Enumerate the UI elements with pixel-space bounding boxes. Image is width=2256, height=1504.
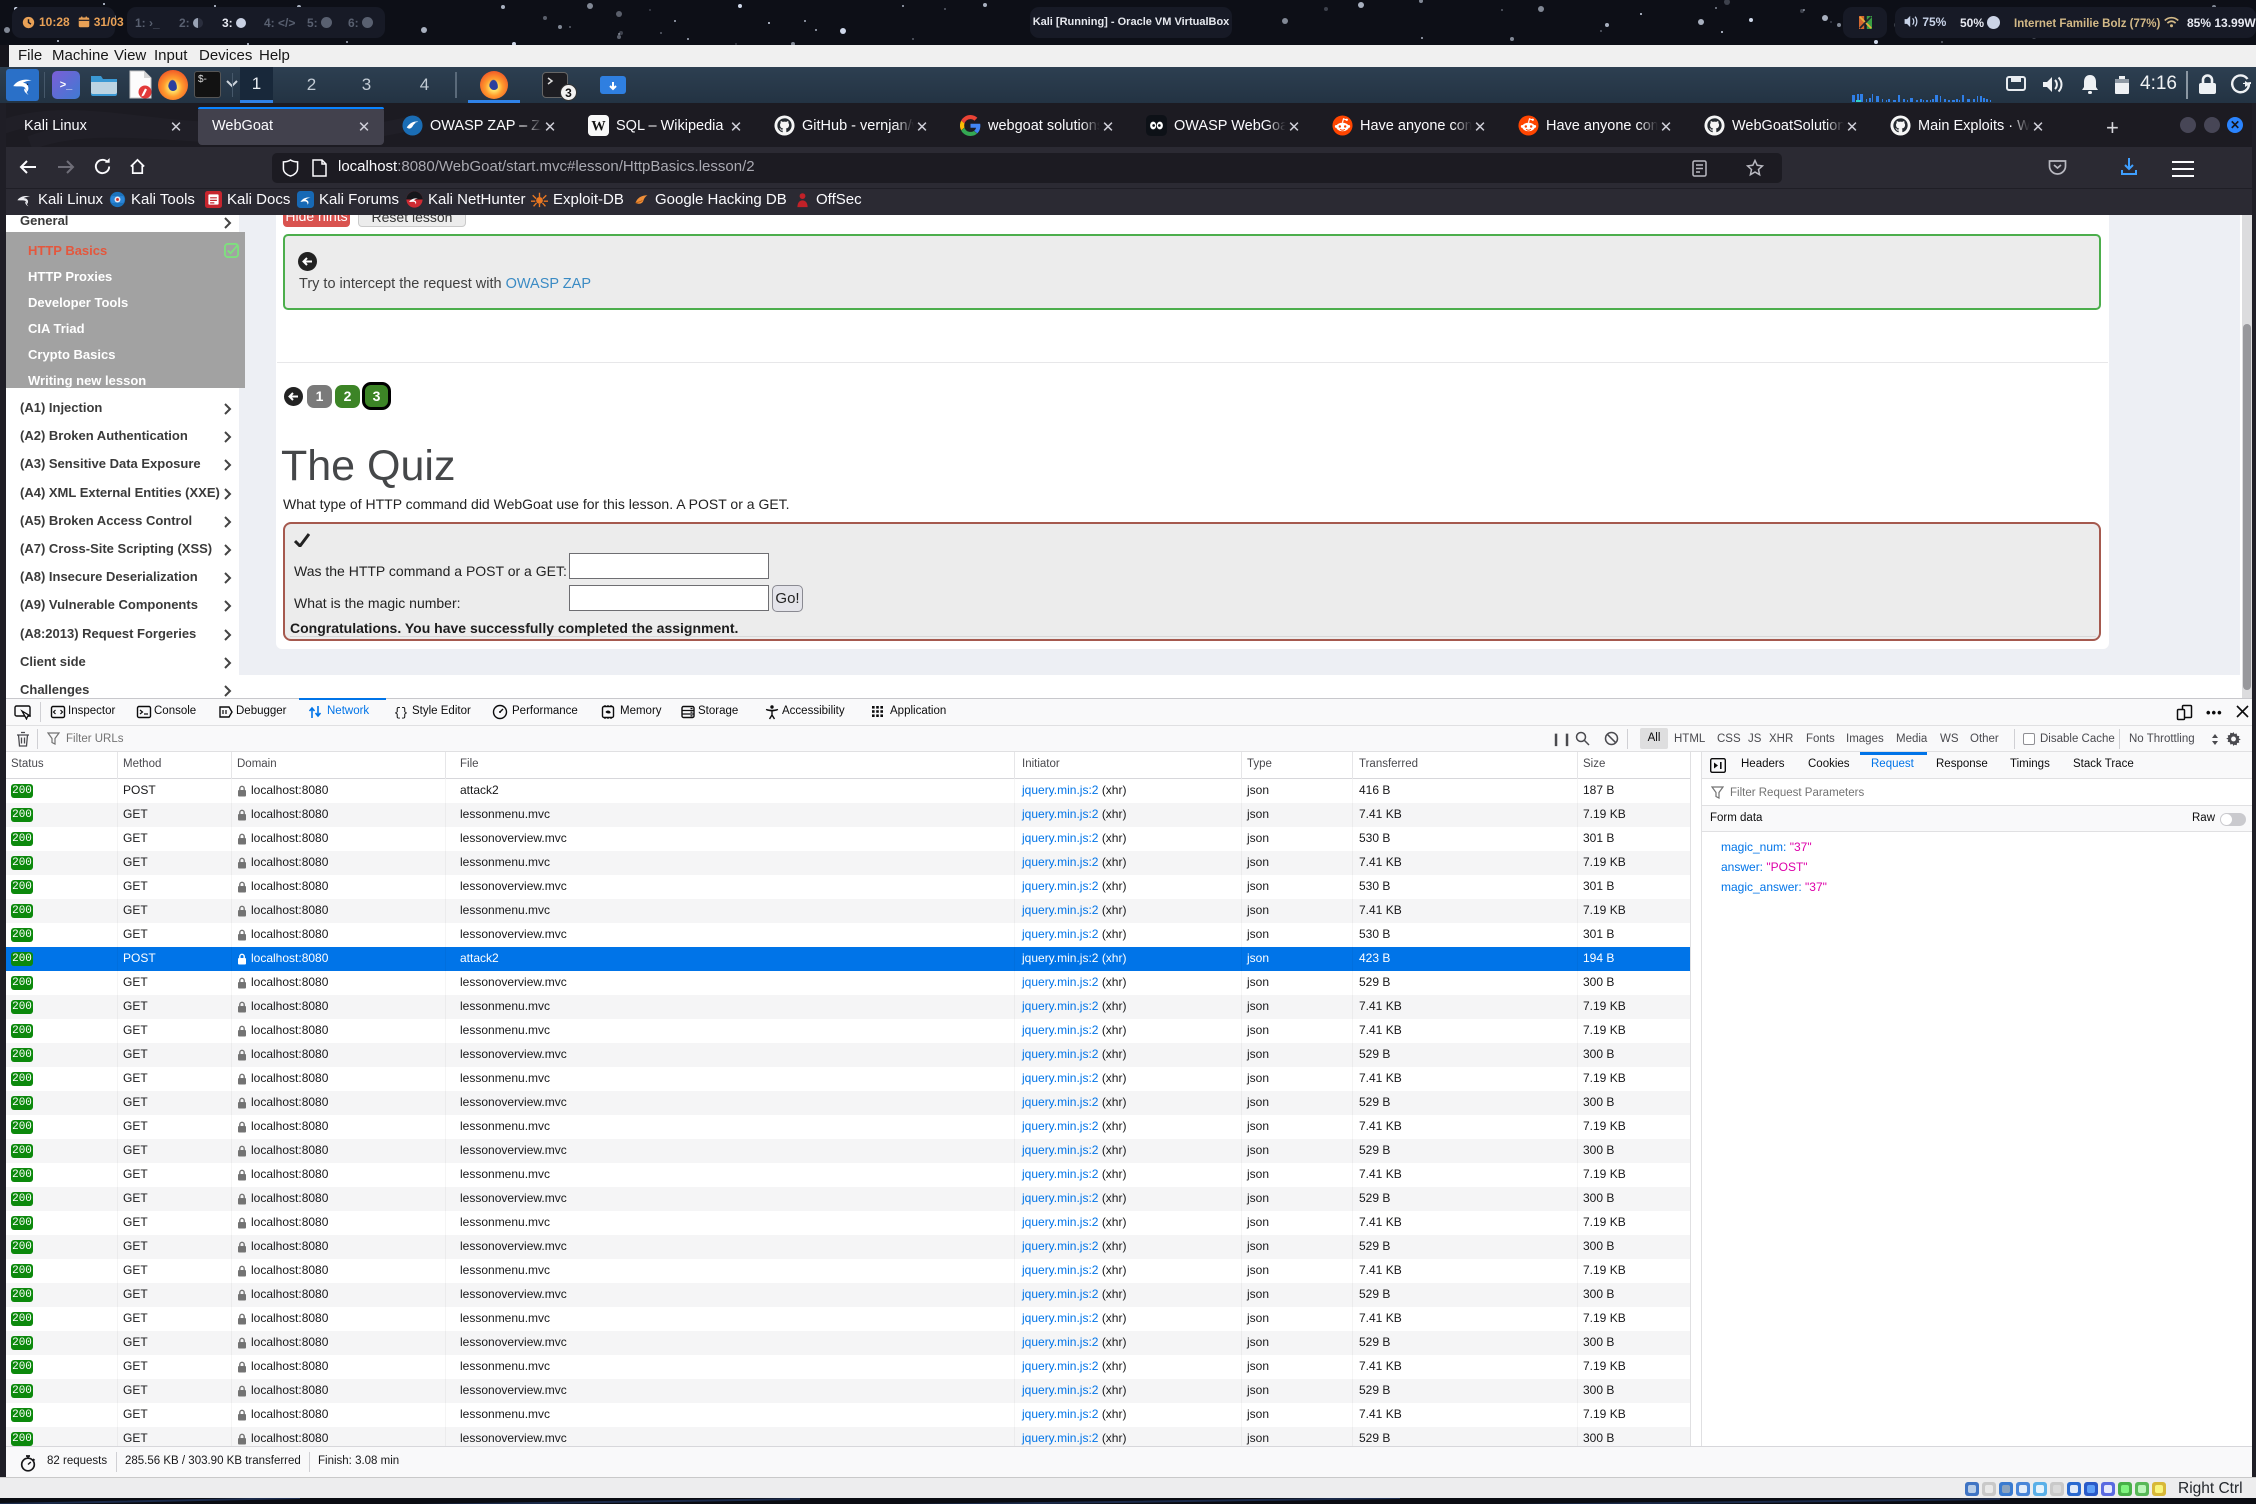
svg-text:W: W (591, 118, 606, 134)
svg-text:{}: {} (394, 706, 408, 720)
